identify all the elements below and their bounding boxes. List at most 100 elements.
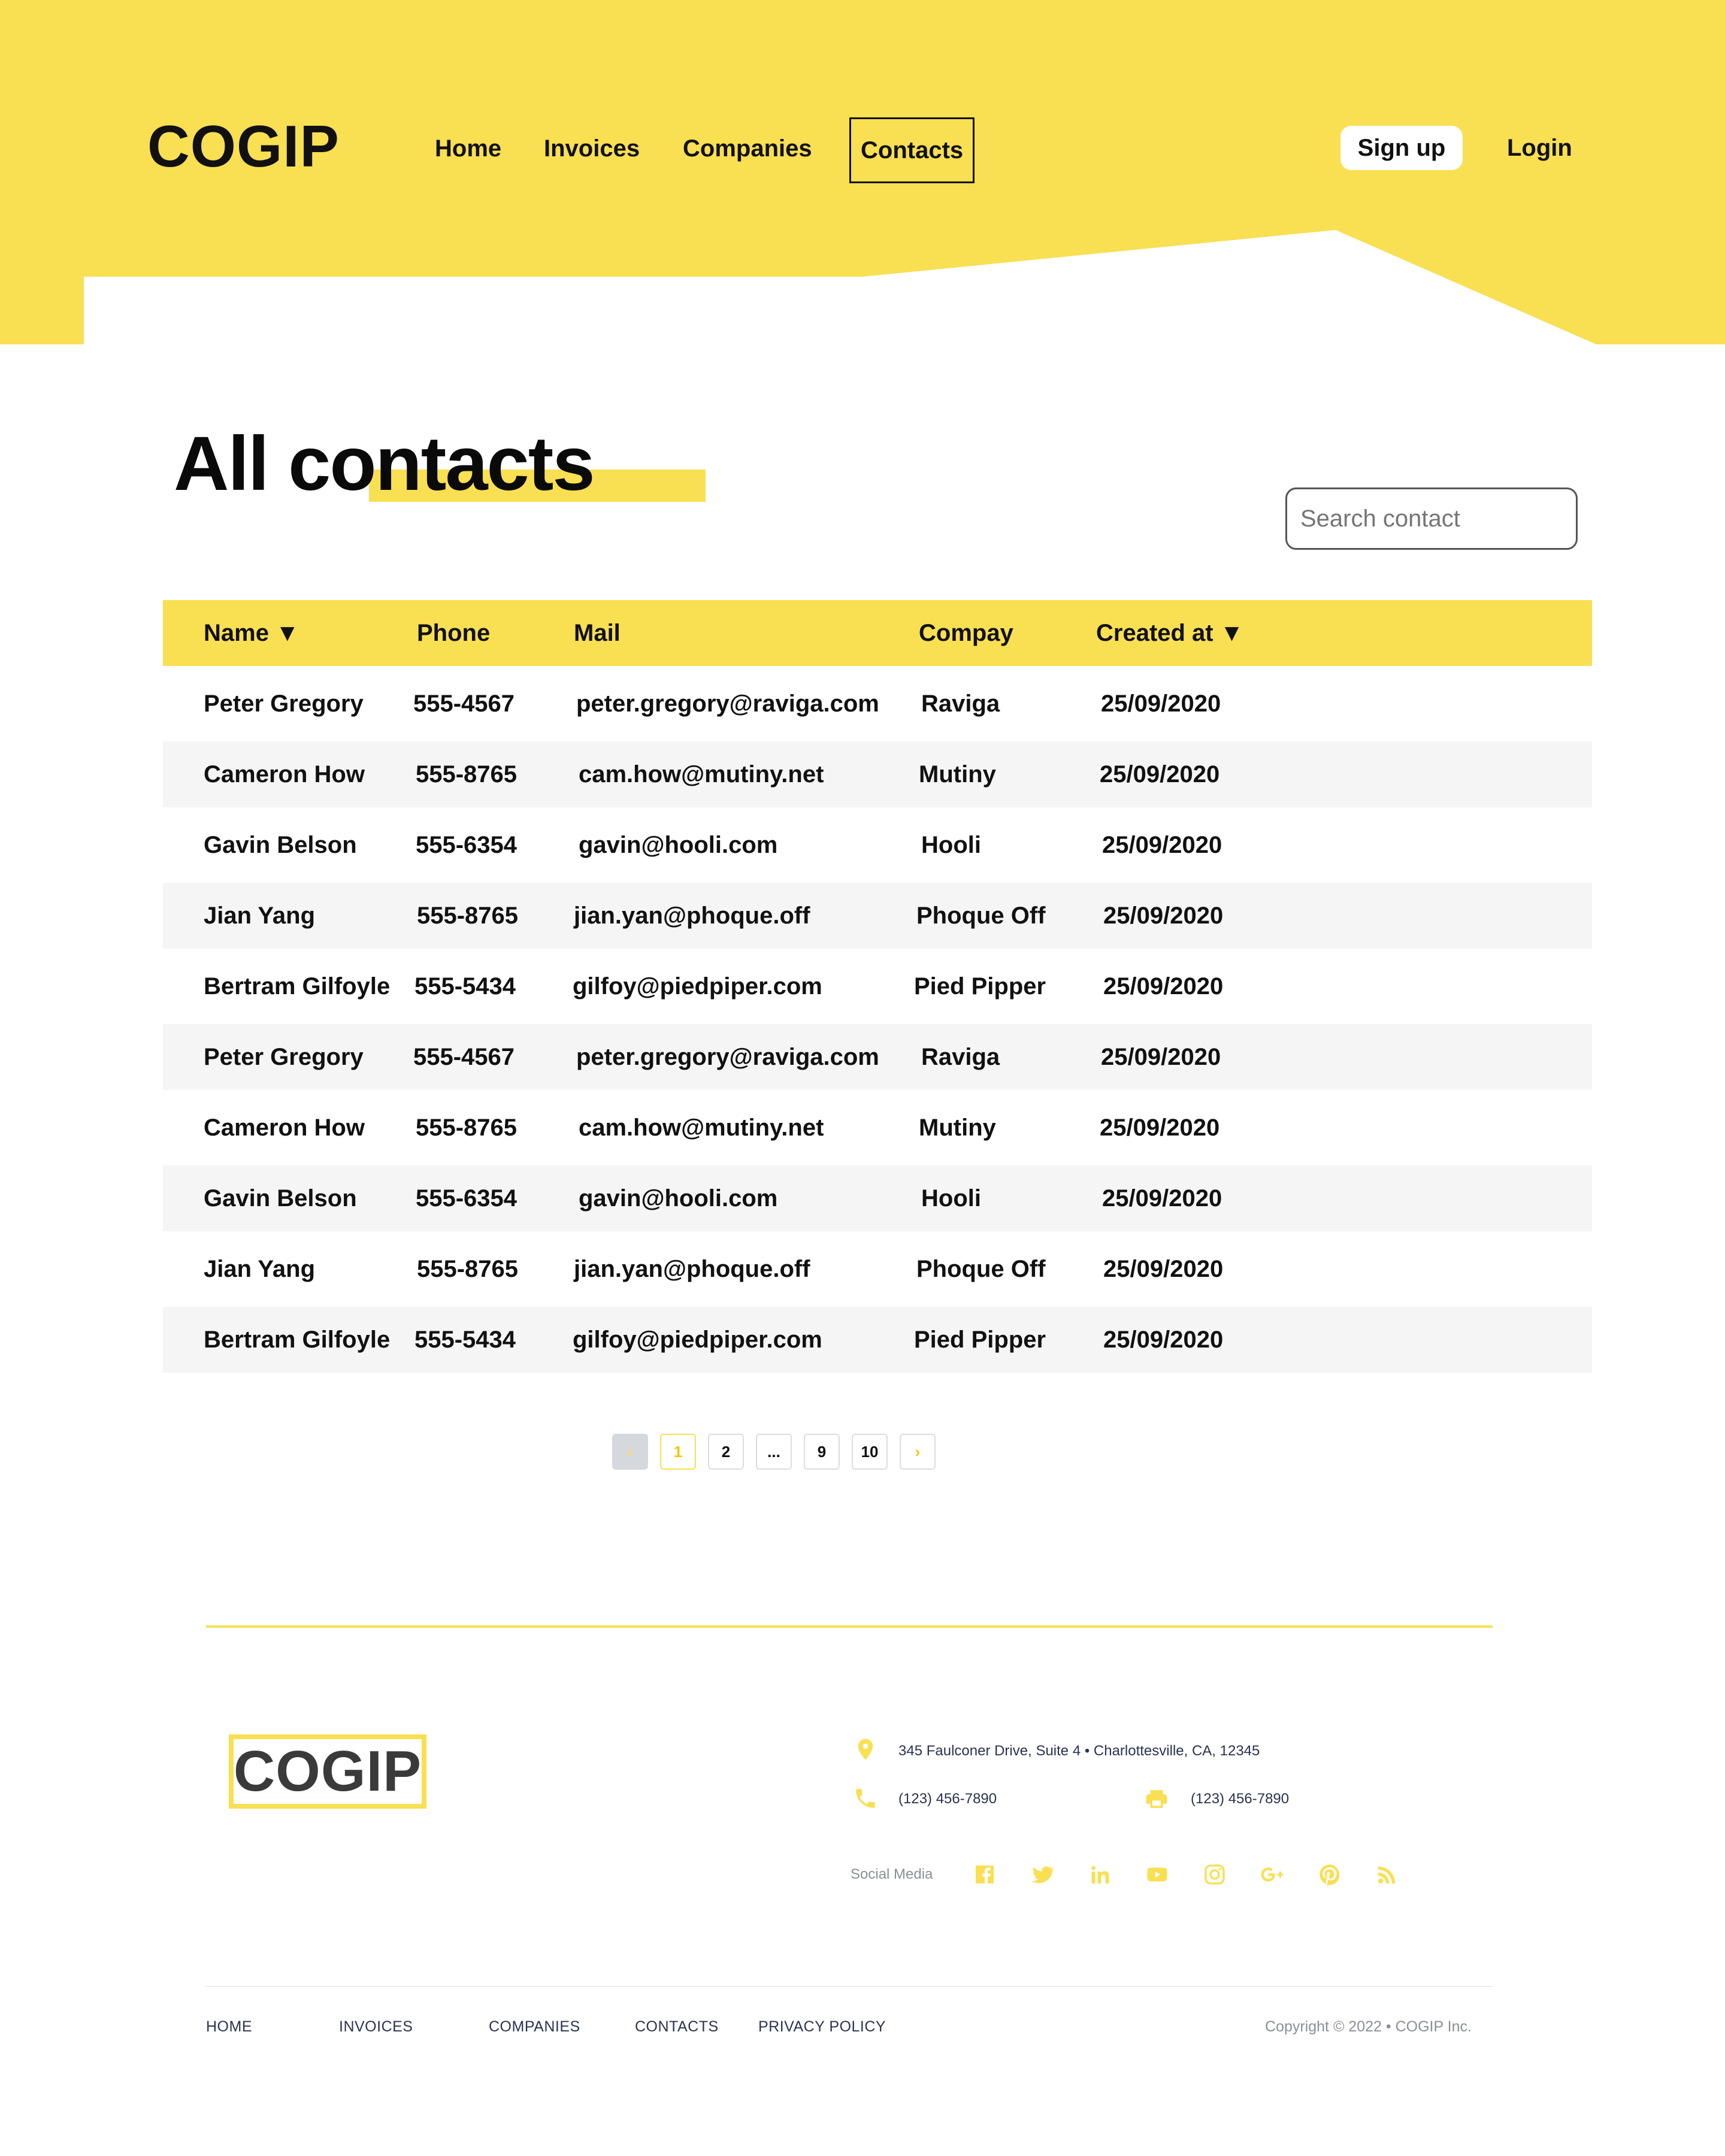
google-plus-icon[interactable] [1260,1863,1284,1886]
linkedin-icon[interactable] [1088,1863,1112,1886]
cell-created: 25/09/2020 [1103,973,1224,1000]
search-input[interactable] [1285,487,1578,550]
table-header: Name ▼ Phone Mail Compay Created at ▼ [163,600,1592,666]
cell-created: 25/09/2020 [1103,1326,1224,1353]
table-row[interactable]: Jian Yang 555-8765 jian.yan@phoque.off P… [163,883,1592,949]
cell-name: Jian Yang [204,1255,316,1282]
cell-company: Mutiny [919,1114,996,1141]
pagination-page-9[interactable]: 9 [804,1434,840,1470]
cell-company: Raviga [921,690,1000,717]
cell-created: 25/09/2020 [1102,1185,1222,1212]
cell-company: Mutiny [919,761,996,788]
cell-name: Bertram Gilfoyle [204,1326,391,1353]
nav-contacts[interactable]: Contacts [849,117,975,183]
cell-name: Gavin Belson [204,1185,357,1212]
cell-phone: 555-4567 [413,1043,515,1070]
footer-link-privacy-policy[interactable]: PRIVACY POLICY [758,2018,886,2036]
nav-invoices[interactable]: Invoices [544,117,640,180]
cell-company: Pied Pipper [914,1326,1046,1353]
footer-link-contacts[interactable]: CONTACTS [635,2018,719,2036]
cell-phone: 555-8765 [416,1114,518,1141]
table-row[interactable]: Gavin Belson 555-6354 gavin@hooli.com Ho… [163,812,1592,878]
table-row[interactable]: Peter Gregory 555-4567 peter.gregory@rav… [163,671,1592,737]
footer-link-invoices[interactable]: INVOICES [339,2018,413,2036]
table-row[interactable]: Cameron How 555-8765 cam.how@mutiny.net … [163,1095,1592,1161]
nav-home[interactable]: Home [435,117,501,180]
pagination-next-button[interactable]: › [900,1434,936,1470]
cell-created: 25/09/2020 [1100,761,1220,788]
cell-mail: peter.gregory@raviga.com [576,1043,879,1070]
header-company: Compay [919,619,1013,646]
cell-phone: 555-6354 [416,831,518,858]
cell-company: Phoque Off [916,1255,1046,1282]
footer-link-home[interactable]: HOME [206,2018,252,2036]
cell-mail: cam.how@mutiny.net [579,761,824,788]
cell-created: 25/09/2020 [1101,1043,1221,1070]
footer-logo[interactable]: COGIP [229,1734,426,1809]
copyright-text: Copyright © 2022 • COGIP Inc. [1265,2018,1472,2035]
table-row[interactable]: Bertram Gilfoyle 555-5434 gilfoy@piedpip… [163,953,1592,1019]
cell-name: Cameron How [204,1114,365,1141]
table-row[interactable]: Peter Gregory 555-4567 peter.gregory@rav… [163,1024,1592,1090]
youtube-icon[interactable] [1145,1863,1169,1886]
cell-name: Peter Gregory [204,690,364,717]
instagram-icon[interactable] [1203,1863,1227,1886]
login-button[interactable]: Login [1507,126,1572,170]
twitter-icon[interactable] [1030,1863,1054,1886]
page-title: All contacts [174,421,595,507]
rss-icon[interactable] [1375,1863,1399,1886]
pagination-page-1[interactable]: 1 [660,1434,696,1470]
cell-company: Hooli [921,831,981,858]
nav-companies[interactable]: Companies [683,117,812,180]
cell-phone: 555-5434 [414,1326,516,1353]
facebook-icon[interactable] [973,1863,997,1886]
cell-name: Bertram Gilfoyle [204,973,391,1000]
cell-phone: 555-8765 [416,761,518,788]
cell-phone: 555-4567 [413,690,515,717]
pagination-prev-button[interactable]: ‹ [612,1434,648,1470]
cell-mail: jian.yan@phoque.off [574,902,810,929]
footer-bottom-divider [206,1986,1493,1987]
location-pin-icon [858,1739,873,1760]
cell-mail: peter.gregory@raviga.com [576,690,879,717]
cell-mail: gavin@hooli.com [579,1185,778,1212]
footer-phone: (123) 456-7890 [898,1791,997,1807]
pagination-page-10[interactable]: 10 [852,1434,888,1470]
cell-created: 25/09/2020 [1100,1114,1220,1141]
cell-phone: 555-5434 [414,973,516,1000]
cell-created: 25/09/2020 [1102,831,1222,858]
cell-created: 25/09/2020 [1101,690,1221,717]
table-row[interactable]: Cameron How 555-8765 cam.how@mutiny.net … [163,741,1592,807]
cell-company: Pied Pipper [914,973,1046,1000]
cell-name: Cameron How [204,761,365,788]
header-name-sort[interactable]: Name ▼ [204,600,299,666]
pinterest-icon[interactable] [1318,1863,1342,1886]
signup-button[interactable]: Sign up [1340,126,1463,170]
cell-created: 25/09/2020 [1103,902,1224,929]
table-row[interactable]: Bertram Gilfoyle 555-5434 gilfoy@piedpip… [163,1307,1592,1373]
cell-company: Phoque Off [916,902,1046,929]
phone-icon [856,1789,875,1808]
cell-name: Gavin Belson [204,831,357,858]
header-logo[interactable]: COGIP [147,113,340,180]
printer-icon [1146,1790,1167,1808]
cell-mail: gilfoy@piedpiper.com [573,973,822,1000]
footer-address: 345 Faulconer Drive, Suite 4 • Charlotte… [898,1743,1260,1759]
cell-mail: gilfoy@piedpiper.com [573,1326,822,1353]
cell-created: 25/09/2020 [1103,1255,1224,1282]
cell-company: Raviga [921,1043,1000,1070]
footer-link-companies[interactable]: COMPANIES [489,2018,580,2036]
footer-divider [206,1625,1493,1628]
table-row[interactable]: Gavin Belson 555-6354 gavin@hooli.com Ho… [163,1165,1592,1231]
cell-name: Jian Yang [204,902,316,929]
header-created-sort[interactable]: Created at ▼ [1096,600,1243,666]
cell-mail: jian.yan@phoque.off [574,1255,810,1282]
cell-mail: gavin@hooli.com [579,831,778,858]
footer-fax: (123) 456-7890 [1191,1791,1290,1807]
cell-phone: 555-8765 [417,902,519,929]
table-row[interactable]: Jian Yang 555-8765 jian.yan@phoque.off P… [163,1236,1592,1302]
pagination-page-2[interactable]: 2 [708,1434,744,1470]
pagination-ellipsis: ... [756,1434,792,1470]
cell-phone: 555-8765 [417,1255,519,1282]
header-mail: Mail [574,619,621,646]
